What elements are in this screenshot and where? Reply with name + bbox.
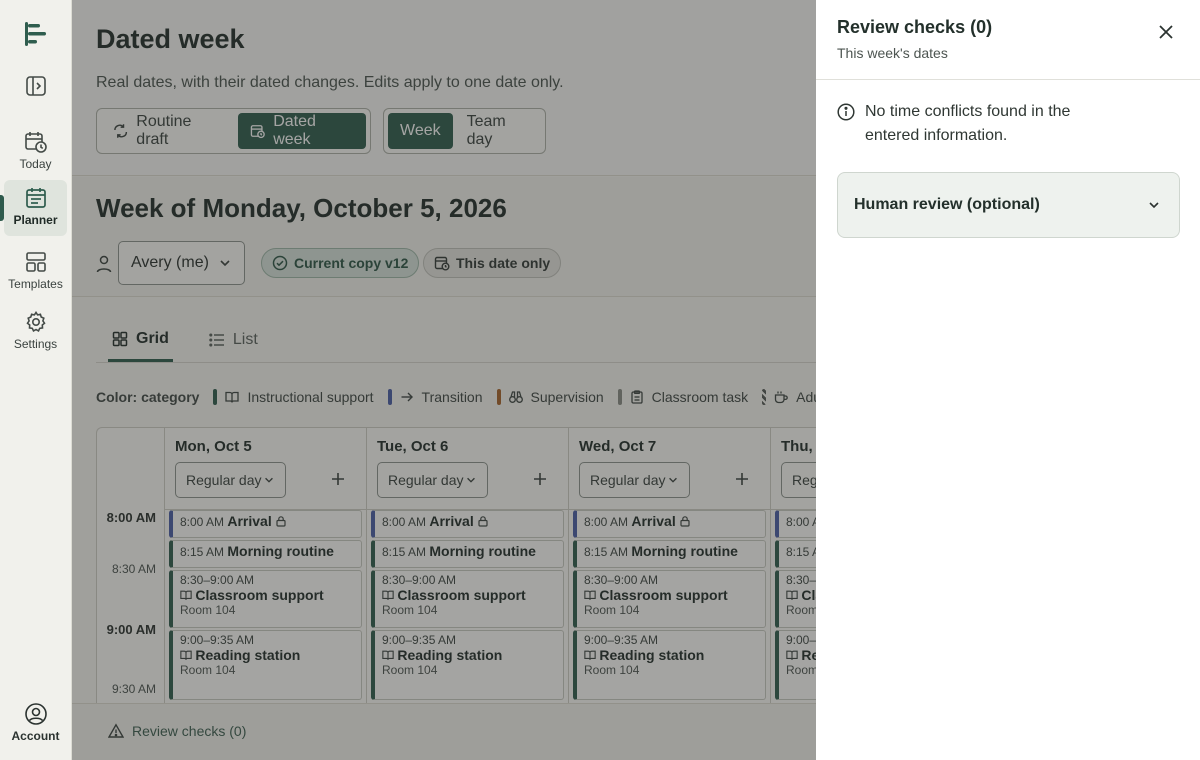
left-rail: Today Planner Templates Settings Account xyxy=(0,0,72,760)
notice-text: No time conflicts found in the entered i… xyxy=(865,103,1071,144)
calendar-clock-icon xyxy=(24,132,47,153)
nav-account[interactable]: Account xyxy=(4,696,67,752)
close-icon[interactable] xyxy=(1156,22,1176,42)
nav-planner[interactable]: Planner xyxy=(4,180,67,236)
nav-templates[interactable]: Templates xyxy=(4,244,67,300)
review-checks-panel: Review checks (0) This week's dates No t… xyxy=(816,0,1200,760)
nav-settings-label: Settings xyxy=(13,337,58,351)
info-icon xyxy=(837,103,855,121)
gear-icon xyxy=(25,311,46,333)
nav-account-label: Account xyxy=(11,729,60,743)
no-conflicts-notice: No time conflicts found in the entered i… xyxy=(837,100,1097,148)
layout-icon xyxy=(25,252,46,272)
chevron-down-icon xyxy=(1149,202,1159,209)
collapse-sidebar-icon[interactable] xyxy=(25,75,47,97)
nav-settings[interactable]: Settings xyxy=(4,304,67,360)
panel-header: Review checks (0) This week's dates xyxy=(816,0,1200,80)
nav-planner-label: Planner xyxy=(13,213,58,227)
account-icon xyxy=(24,703,47,725)
accordion-label: Human review (optional) xyxy=(854,196,1040,213)
nav-today-label: Today xyxy=(19,157,52,171)
app-logo-icon[interactable] xyxy=(22,20,50,48)
panel-subtitle: This week's dates xyxy=(837,45,948,61)
calendar-icon xyxy=(25,188,46,208)
nav-templates-label: Templates xyxy=(8,277,63,291)
nav-today[interactable]: Today xyxy=(4,124,67,180)
panel-title: Review checks (0) xyxy=(837,17,993,37)
human-review-accordion[interactable]: Human review (optional) xyxy=(837,172,1180,238)
modal-scrim[interactable] xyxy=(72,0,888,760)
